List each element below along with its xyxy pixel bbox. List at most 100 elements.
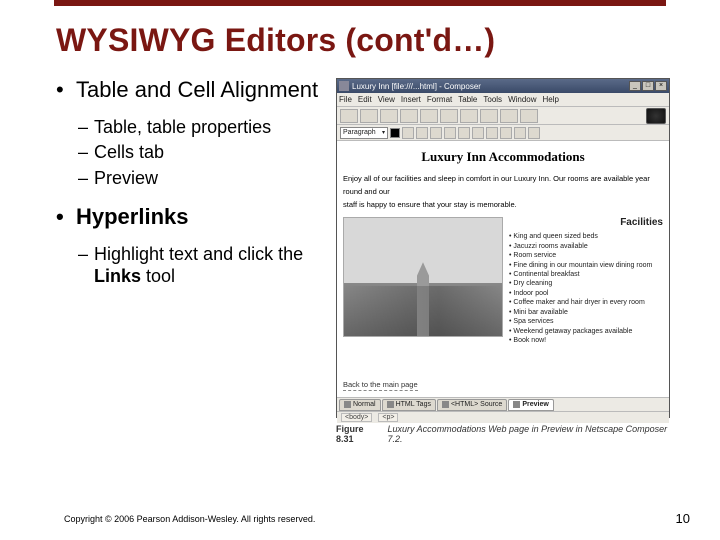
editor-canvas[interactable]: Luxury Inn Accommodations Enjoy all of o… xyxy=(337,141,669,397)
italic-button[interactable] xyxy=(416,127,428,139)
facility-item: Continental breakfast xyxy=(509,270,663,279)
menu-window[interactable]: Window xyxy=(508,95,536,104)
toolbar-main xyxy=(337,107,669,125)
sub-bullet-highlight-links: Highlight text and click the Links tool xyxy=(56,244,336,287)
tool-link-icon[interactable] xyxy=(460,109,478,123)
tab-preview-label: Preview xyxy=(522,401,548,408)
slide-body: Table and Cell Alignment Table, table pr… xyxy=(56,78,336,303)
page-intro-line2: staff is happy to ensure that your stay … xyxy=(343,199,663,212)
tool-spell-icon[interactable] xyxy=(520,109,538,123)
back-link[interactable]: Back to the main page xyxy=(343,380,418,391)
menu-format[interactable]: Format xyxy=(427,95,452,104)
minimize-button[interactable]: _ xyxy=(629,81,641,91)
list-ul-button[interactable] xyxy=(444,127,456,139)
facility-item: King and queen sized beds xyxy=(509,232,663,241)
figure-caption-text: Luxury Accommodations Web page in Previe… xyxy=(388,424,673,444)
tool-image-icon[interactable] xyxy=(480,109,498,123)
color-swatch[interactable] xyxy=(390,128,400,138)
close-button[interactable]: × xyxy=(655,81,667,91)
page-heading: Luxury Inn Accommodations xyxy=(343,149,663,165)
tab-htmltags-icon xyxy=(387,401,394,408)
tool-print-icon[interactable] xyxy=(440,109,458,123)
sub-bullet-table-properties: Table, table properties xyxy=(56,117,336,139)
figure-screenshot: Luxury Inn [file:///...html] - Composer … xyxy=(336,78,672,458)
paragraph-dropdown[interactable]: Paragraph xyxy=(340,127,388,139)
page-body: Facilities King and queen sized beds Jac… xyxy=(343,217,663,345)
tool-save-icon[interactable] xyxy=(380,109,398,123)
links-text-bold: Links xyxy=(94,266,141,286)
facilities-heading: Facilities xyxy=(509,217,663,228)
tab-normal-icon xyxy=(344,401,351,408)
menu-view[interactable]: View xyxy=(378,95,395,104)
facility-item: Mini bar available xyxy=(509,308,663,317)
status-body: <body> xyxy=(341,413,372,422)
indent-button[interactable] xyxy=(486,127,498,139)
links-text-post: tool xyxy=(141,266,175,286)
sub-bullet-cells-tab: Cells tab xyxy=(56,142,336,164)
toolbar-format: Paragraph xyxy=(337,125,669,141)
tab-html-tags[interactable]: HTML Tags xyxy=(382,399,436,411)
tab-source-icon xyxy=(442,401,449,408)
bullet-hyperlinks: Hyperlinks xyxy=(56,205,336,230)
outdent-button[interactable] xyxy=(472,127,484,139)
inn-photo xyxy=(343,217,503,337)
composer-window: Luxury Inn [file:///...html] - Composer … xyxy=(336,78,670,418)
app-icon xyxy=(339,81,349,91)
facility-item: Jacuzzi rooms available xyxy=(509,242,663,251)
tab-preview-icon xyxy=(513,401,520,408)
slide-title: WYSIWYG Editors (cont'd…) xyxy=(56,22,495,59)
menu-table[interactable]: Table xyxy=(458,95,477,104)
netscape-icon xyxy=(646,108,666,124)
tool-new-icon[interactable] xyxy=(340,109,358,123)
tab-source-label: <HTML> Source xyxy=(451,401,502,408)
figure-number: Figure 8.31 xyxy=(336,424,382,444)
facility-item: Fine dining in our mountain view dining … xyxy=(509,261,663,270)
align-center-button[interactable] xyxy=(514,127,526,139)
titlebar: Luxury Inn [file:///...html] - Composer … xyxy=(337,79,669,93)
tool-open-icon[interactable] xyxy=(360,109,378,123)
tool-table-icon[interactable] xyxy=(500,109,518,123)
align-left-button[interactable] xyxy=(500,127,512,139)
menu-file[interactable]: File xyxy=(339,95,352,104)
menubar: File Edit View Insert Format Table Tools… xyxy=(337,93,669,107)
facility-item: Dry cleaning xyxy=(509,279,663,288)
accent-bar xyxy=(54,0,666,6)
sub-bullets-hyperlinks: Highlight text and click the Links tool xyxy=(56,244,336,287)
window-title: Luxury Inn [file:///...html] - Composer xyxy=(352,82,628,91)
menu-edit[interactable]: Edit xyxy=(358,95,372,104)
page-intro-line1: Enjoy all of our facilities and sleep in… xyxy=(343,173,663,199)
copyright-text: Copyright © 2006 Pearson Addison-Wesley.… xyxy=(64,514,315,524)
facility-item: Weekend getaway packages available xyxy=(509,327,663,336)
bullet-table-alignment: Table and Cell Alignment xyxy=(56,78,336,103)
menu-tools[interactable]: Tools xyxy=(483,95,502,104)
tool-publish-icon[interactable] xyxy=(400,109,418,123)
facility-item: Room service xyxy=(509,251,663,260)
underline-button[interactable] xyxy=(430,127,442,139)
tab-normal[interactable]: Normal xyxy=(339,399,381,411)
facility-item: Book now! xyxy=(509,336,663,345)
tab-normal-label: Normal xyxy=(353,401,376,408)
bold-button[interactable] xyxy=(402,127,414,139)
facility-item: Coffee maker and hair dryer in every roo… xyxy=(509,298,663,307)
status-p: <p> xyxy=(378,413,398,422)
tab-htmltags-label: HTML Tags xyxy=(396,401,431,408)
tab-source[interactable]: <HTML> Source xyxy=(437,399,507,411)
tool-browse-icon[interactable] xyxy=(420,109,438,123)
sub-bullet-preview: Preview xyxy=(56,168,336,190)
facilities-column: Facilities King and queen sized beds Jac… xyxy=(509,217,663,345)
facilities-list: King and queen sized beds Jacuzzi rooms … xyxy=(509,232,663,345)
maximize-button[interactable]: □ xyxy=(642,81,654,91)
sub-bullets-alignment: Table, table properties Cells tab Previe… xyxy=(56,117,336,190)
align-right-button[interactable] xyxy=(528,127,540,139)
status-bar: <body> <p> xyxy=(337,411,669,423)
links-text-pre: Highlight text and click the xyxy=(94,244,303,264)
list-ol-button[interactable] xyxy=(458,127,470,139)
tab-preview[interactable]: Preview xyxy=(508,399,553,411)
page-number: 10 xyxy=(676,511,690,526)
paragraph-dropdown-label: Paragraph xyxy=(343,129,376,136)
figure-caption: Figure 8.31 Luxury Accommodations Web pa… xyxy=(336,424,672,444)
menu-help[interactable]: Help xyxy=(543,95,559,104)
view-tabs: Normal HTML Tags <HTML> Source Preview xyxy=(337,397,669,411)
facility-item: Spa services xyxy=(509,317,663,326)
menu-insert[interactable]: Insert xyxy=(401,95,421,104)
